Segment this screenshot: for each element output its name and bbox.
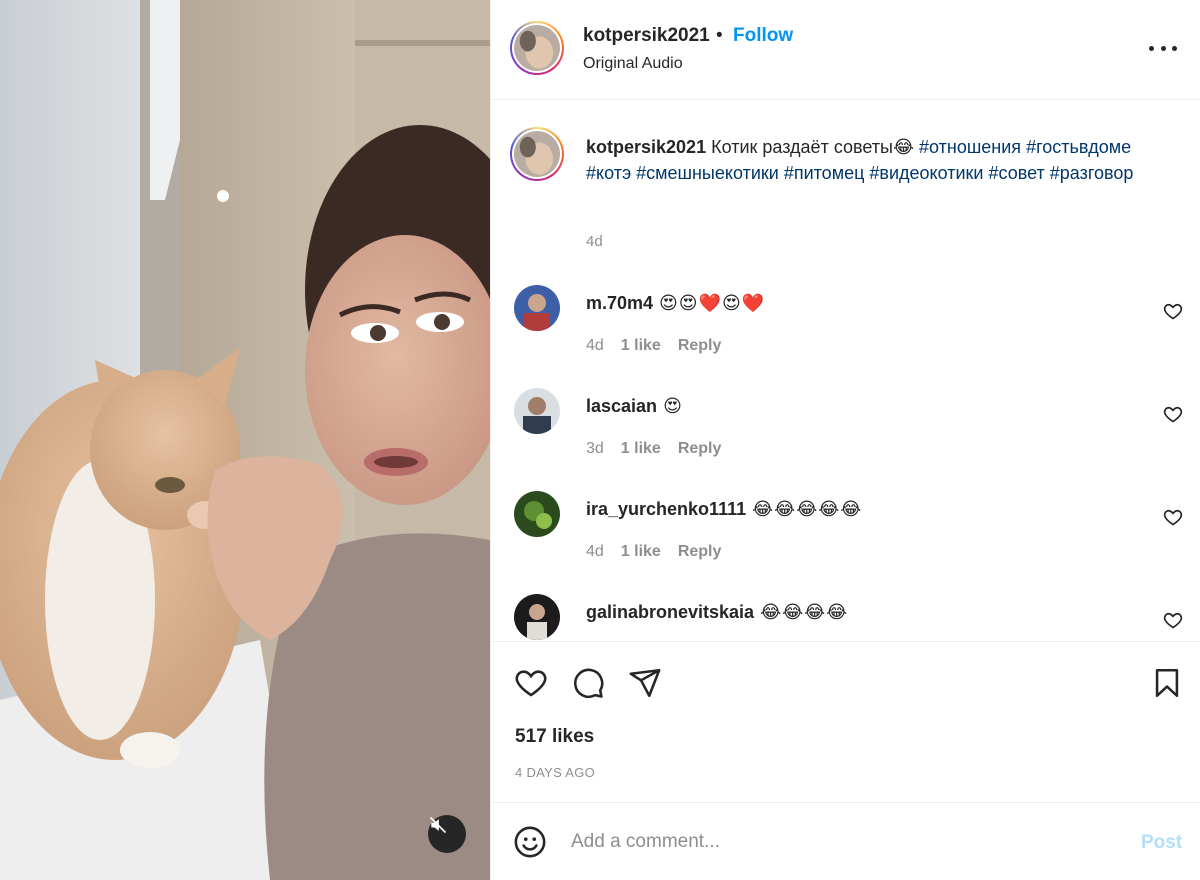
comment-item: ira_yurchenko1111 😂😂😂😂😂 4d 1 like Reply xyxy=(491,491,1200,591)
audio-label[interactable]: Original Audio xyxy=(583,55,683,73)
comment-time: 3d xyxy=(586,440,604,457)
like-heart-icon[interactable] xyxy=(514,666,548,700)
more-options-icon[interactable] xyxy=(1149,38,1177,58)
comment-item: galinabronevitskaia 😂😂😂😂 xyxy=(491,594,1200,641)
post-caption: kotpersik2021 Котик раздаёт советы😂 #отн… xyxy=(586,134,1176,186)
separator-dot: • xyxy=(716,25,723,46)
hashtag[interactable]: #котэ xyxy=(586,163,631,183)
post-timestamp: 4 DAYS AGO xyxy=(515,765,596,780)
comment-likes[interactable]: 1 like xyxy=(621,543,661,561)
hashtag[interactable]: #гостьвдоме xyxy=(1026,137,1131,157)
cat-avatar-icon xyxy=(514,25,560,71)
comment-text: 😂😂😂😂😂 xyxy=(752,499,863,519)
comment-likes[interactable]: 1 like xyxy=(621,337,661,355)
add-comment-bar: Post xyxy=(491,802,1200,880)
comment-username[interactable]: ira_yurchenko1111 😂😂😂😂😂 xyxy=(586,499,862,520)
mute-button[interactable] xyxy=(428,815,466,853)
reply-button[interactable]: Reply xyxy=(678,543,722,561)
hashtag[interactable]: #отношения xyxy=(919,137,1021,157)
reply-button[interactable]: Reply xyxy=(678,440,722,458)
comment-meta: 4d 1 like Reply xyxy=(586,337,721,355)
comment-bubble-icon[interactable] xyxy=(571,666,605,700)
hashtag[interactable]: #совет xyxy=(989,163,1045,183)
commenter-avatar[interactable] xyxy=(514,388,560,434)
comment-item: lascaian 😍 3d 1 like Reply xyxy=(491,388,1200,488)
comment-like-heart-icon[interactable] xyxy=(1163,610,1183,630)
speaker-muted-icon xyxy=(429,816,447,834)
hashtag[interactable]: #питомец xyxy=(784,163,865,183)
comment-likes[interactable]: 1 like xyxy=(621,440,661,458)
comment-input[interactable] xyxy=(571,825,1091,859)
comments-list[interactable]: kotpersik2021 Котик раздаёт советы😂 #отн… xyxy=(491,101,1200,641)
emoji-smile-icon[interactable] xyxy=(513,825,547,859)
author-avatar[interactable] xyxy=(510,21,564,75)
comment-like-heart-icon[interactable] xyxy=(1163,507,1183,527)
comment-meta: 4d 1 like Reply xyxy=(586,543,721,561)
likes-count[interactable]: 517 likes xyxy=(515,726,594,748)
video-frame xyxy=(0,0,490,880)
comment-item: m.70m4 😍😍❤️😍❤️ 4d 1 like Reply xyxy=(491,285,1200,385)
comment-time: 4d xyxy=(586,337,604,354)
share-send-icon[interactable] xyxy=(628,666,662,700)
comment-meta: 3d 1 like Reply xyxy=(586,440,721,458)
post-header: kotpersik2021 • Follow Original Audio xyxy=(491,0,1200,100)
author-username[interactable]: kotpersik2021 xyxy=(583,25,710,47)
follow-button[interactable]: Follow xyxy=(733,25,793,47)
caption-time: 4d xyxy=(586,233,603,250)
caption-username[interactable]: kotpersik2021 xyxy=(586,137,706,157)
commenter-avatar[interactable] xyxy=(514,285,560,331)
commenter-avatar[interactable] xyxy=(514,594,560,640)
cat-avatar-icon xyxy=(514,131,560,177)
comment-time: 4d xyxy=(586,543,604,560)
comment-username[interactable]: m.70m4 😍😍❤️😍❤️ xyxy=(586,293,765,314)
comment-username[interactable]: galinabronevitskaia 😂😂😂😂 xyxy=(586,602,848,623)
post-video[interactable] xyxy=(0,0,490,880)
comment-like-heart-icon[interactable] xyxy=(1163,404,1183,424)
comment-text: 😍😍❤️😍❤️ xyxy=(659,293,766,313)
caption-avatar[interactable] xyxy=(510,127,564,181)
caption-text: Котик раздаёт советы😂 xyxy=(711,137,915,157)
hashtag[interactable]: #смешныекотики xyxy=(636,163,779,183)
commenter-avatar[interactable] xyxy=(514,491,560,537)
comment-text: 😍 xyxy=(663,396,683,416)
reply-button[interactable]: Reply xyxy=(678,337,722,355)
comment-text: 😂😂😂😂 xyxy=(760,602,849,622)
post-panel: kotpersik2021 • Follow Original Audio ko… xyxy=(490,0,1200,880)
hashtag[interactable]: #видеокотики xyxy=(869,163,983,183)
save-bookmark-icon[interactable] xyxy=(1150,666,1184,700)
hashtag[interactable]: #разговор xyxy=(1050,163,1134,183)
comment-username[interactable]: lascaian 😍 xyxy=(586,396,683,417)
comment-like-heart-icon[interactable] xyxy=(1163,301,1183,321)
post-actions: 517 likes 4 DAYS AGO xyxy=(491,641,1200,801)
post-comment-button[interactable]: Post xyxy=(1141,832,1182,854)
